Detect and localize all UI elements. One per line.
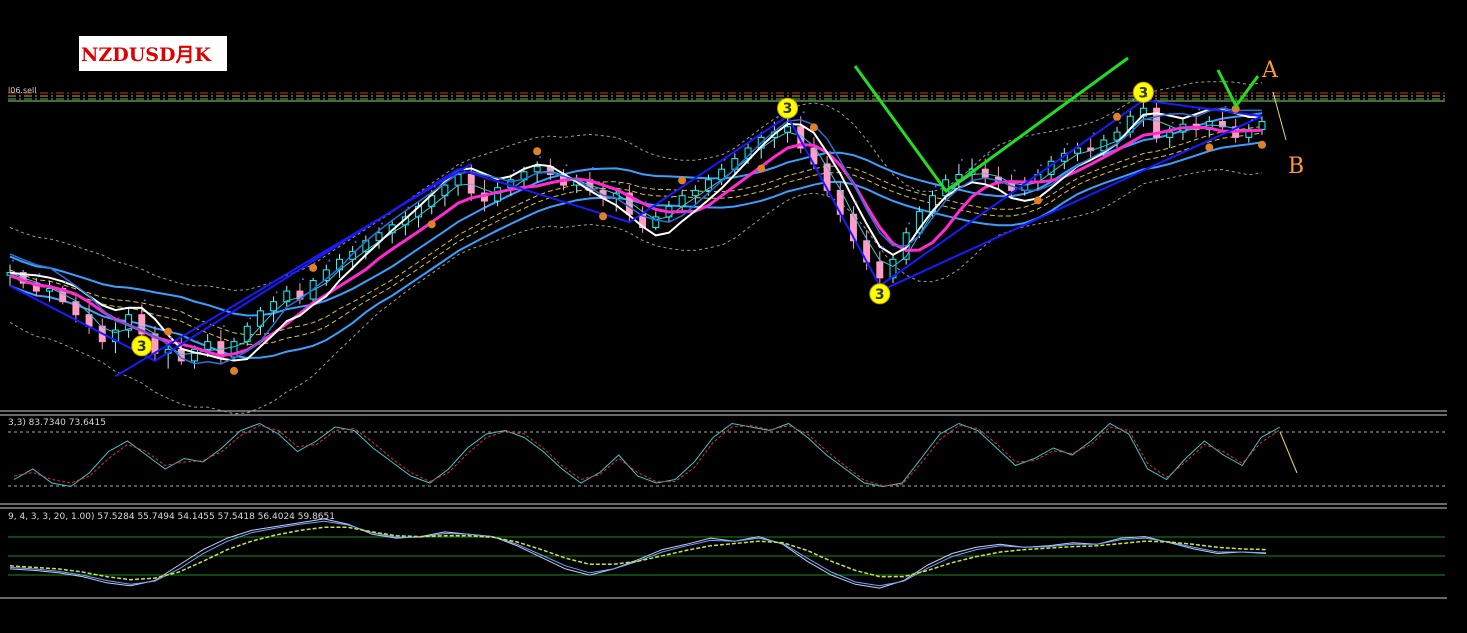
- signal-dot: [1250, 119, 1253, 122]
- signal-dot: [249, 317, 252, 320]
- signal-dot: [539, 156, 542, 159]
- wave-marker-label: 3: [875, 287, 885, 303]
- signal-dot: [802, 111, 805, 114]
- wave-marker-label: 3: [137, 339, 147, 355]
- signal-dot: [64, 280, 67, 283]
- candle-body: [204, 341, 212, 350]
- signal-dot: [117, 317, 120, 320]
- signal-dot: [486, 174, 489, 177]
- signal-dot: [38, 272, 41, 275]
- signal-dot: [829, 150, 832, 153]
- fractal-dot: [1205, 143, 1214, 152]
- fractal-dot: [809, 123, 818, 132]
- fractal-dot: [1113, 112, 1122, 121]
- signal-dot: [1198, 108, 1201, 111]
- title-box: NZDUSD月K: [79, 36, 227, 71]
- signal-dot: [723, 158, 726, 161]
- signal-dot: [12, 259, 14, 262]
- wave-marker-label: 3: [1139, 85, 1149, 101]
- signal-dot: [644, 201, 647, 204]
- signal-dot: [1171, 121, 1174, 124]
- signal-dot: [697, 180, 700, 183]
- fractal-dot: [1033, 196, 1042, 205]
- signal-dot: [1224, 105, 1227, 108]
- signal-dot: [1013, 169, 1016, 172]
- signal-dot: [987, 153, 990, 156]
- signal-dot: [881, 246, 884, 249]
- candle-body: [125, 314, 133, 331]
- fractal-dot: [1258, 140, 1266, 149]
- signal-dot: [960, 158, 963, 161]
- signal-dot: [381, 222, 384, 225]
- signal-dot: [776, 116, 779, 119]
- candle-body: [876, 261, 884, 279]
- signal-dot: [196, 340, 199, 343]
- wave-marker-label: 3: [783, 101, 793, 117]
- annotation-b: B: [1288, 154, 1305, 179]
- signal-dot: [1119, 121, 1122, 124]
- fractal-dot: [757, 164, 766, 173]
- candle-body: [691, 189, 699, 197]
- level-label: l06.sell: [8, 86, 37, 95]
- candle-body: [454, 174, 462, 186]
- signal-dot: [275, 291, 278, 294]
- signal-dot: [143, 299, 146, 302]
- signal-dot: [670, 196, 673, 198]
- fractal-dot: [533, 147, 542, 156]
- signal-dot: [91, 299, 94, 302]
- candle-body: [533, 166, 541, 173]
- fractal-dot: [309, 263, 318, 272]
- candle-body: [270, 301, 278, 312]
- candle-body: [1258, 121, 1266, 130]
- fractal-dot: [599, 212, 608, 221]
- signal-dot: [1092, 132, 1095, 135]
- signal-dot: [301, 278, 304, 281]
- signal-dot: [1039, 164, 1042, 167]
- chart-canvas: 3 3 3 3: [0, 0, 1467, 633]
- signal-dot: [1066, 143, 1069, 145]
- signal-dot: [565, 164, 568, 167]
- fractal-dot: [230, 366, 239, 375]
- fractal-dot: [164, 327, 173, 336]
- signal-dot: [433, 185, 436, 188]
- signal-dot: [407, 206, 410, 209]
- candle-body: [72, 301, 80, 316]
- signal-dot: [354, 241, 357, 244]
- candle-body: [85, 314, 93, 327]
- fractal-dot: [427, 220, 436, 229]
- signal-dot: [908, 222, 911, 225]
- indicator1-readout: 3,3) 83.7340 73.6415: [8, 418, 106, 428]
- fractal-dot: [678, 176, 687, 185]
- indicator2-readout: 9, 4, 3, 3, 20, 1.00) 57.5284 55.7494 54…: [8, 512, 335, 522]
- signal-dot: [618, 182, 621, 185]
- signal-dot: [222, 325, 225, 328]
- signal-dot: [512, 169, 515, 172]
- candle-body: [784, 126, 792, 133]
- signal-dot: [460, 164, 463, 167]
- signal-dot: [591, 166, 594, 169]
- annotation-a: A: [1262, 58, 1278, 83]
- signal-dot: [328, 259, 331, 262]
- signal-dot: [1145, 95, 1148, 98]
- signal-dot: [750, 137, 753, 140]
- signal-dot: [170, 336, 173, 339]
- candle-body: [1166, 131, 1174, 138]
- signal-dot: [934, 185, 937, 188]
- chart-title: NZDUSD月K: [81, 44, 211, 66]
- signal-dot: [855, 201, 858, 204]
